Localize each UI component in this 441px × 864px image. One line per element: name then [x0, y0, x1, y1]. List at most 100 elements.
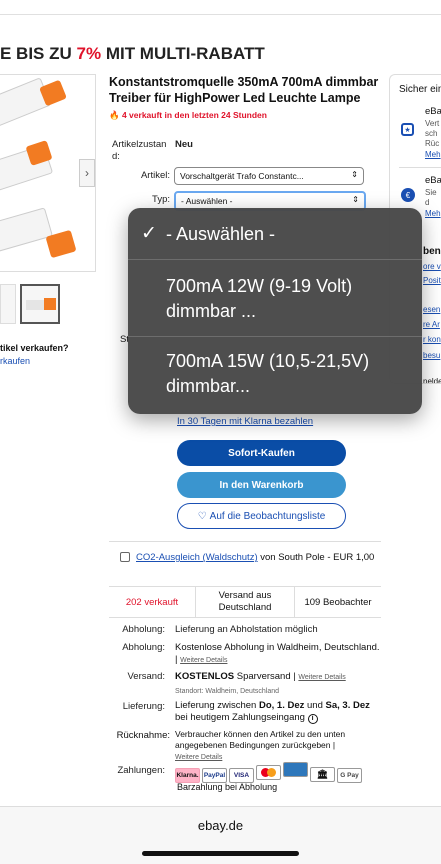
heart-icon: ♡	[197, 510, 207, 522]
shipping-from: Versand aus Deutschland	[196, 587, 295, 617]
condition-value: Neu	[175, 139, 193, 150]
add-to-cart-button[interactable]: In den Warenkorb	[177, 472, 346, 498]
sell-link[interactable]: rkaufen	[0, 356, 30, 366]
returns-block: Verbraucher können den Artikel zu den un…	[175, 729, 380, 763]
pickup2-block: Kostenlose Abholung in Waldheim, Deutsch…	[175, 642, 380, 665]
shipping-method: Sparversand |	[234, 671, 299, 682]
pickup-label: Abholung:	[122, 624, 165, 635]
promo-banner: E BIS ZU 7% MIT MULTI-RABATT	[0, 44, 265, 64]
thumbnail[interactable]	[0, 284, 16, 324]
report-text: nelde	[423, 377, 441, 384]
sold-count: 202 verkauft	[109, 587, 196, 617]
thumbnail-image	[44, 298, 56, 310]
watchlist-label: Auf die Beobachtungsliste	[209, 510, 326, 522]
bank-icon: 🏛	[310, 767, 335, 782]
dropdown-option-label: 700mA 12W (9-19 Volt) dimmbar ...	[166, 276, 353, 321]
seller-link[interactable]: esen	[423, 305, 440, 314]
article-select[interactable]: Vorschaltgerät Trafo Constantc... ⇕	[174, 167, 364, 185]
select-arrows-icon: ⇕	[352, 195, 359, 204]
seller-link[interactable]: besu	[423, 351, 440, 360]
sold-notice-text: 4 verkauft in den letzten 24 Stunden	[121, 110, 267, 120]
thumbnail[interactable]	[20, 284, 60, 324]
ebay-guarantee-line: sch	[425, 129, 438, 138]
shipping-free: KOSTENLOS	[175, 671, 235, 682]
seller-link[interactable]: ore v	[423, 262, 441, 271]
url-bar[interactable]: ebay.de	[0, 818, 441, 833]
ebay-guarantee-line: Rüc	[425, 139, 440, 148]
ebay-guarantee-more[interactable]: Meh	[425, 150, 441, 159]
seller-heading: ben	[423, 246, 441, 257]
ebay-guarantee-title: eBa	[425, 106, 441, 117]
returns-label: Rücknahme:	[116, 730, 170, 741]
dropdown-option-label: - Auswählen -	[166, 224, 276, 244]
type-label: Typ:	[152, 194, 170, 205]
returns-text: Verbraucher können den Artikel zu den un…	[175, 729, 346, 750]
delivery-and: und	[304, 700, 326, 711]
pickup-value: Lieferung an Abholstation möglich	[175, 624, 318, 635]
seller-link[interactable]: re Ar	[423, 320, 440, 329]
home-indicator	[142, 851, 299, 856]
image-gallery[interactable]: ›	[0, 74, 96, 272]
co2-text: CO2-Ausgleich (Waldschutz) von South Pol…	[136, 551, 376, 564]
shipping-label: Versand:	[127, 671, 166, 682]
payments-label: Zahlungen:	[117, 765, 165, 776]
delivery-date1: Do, 1. Dez	[258, 700, 305, 711]
article-select-value: Vorschaltgerät Trafo Constantc...	[180, 171, 304, 181]
euro-icon: €	[401, 188, 415, 202]
dropdown-option-15w[interactable]: 700mA 15W (10,5-21,5V) dimmbar...	[128, 337, 422, 414]
seller-link[interactable]: Posit	[423, 276, 441, 285]
product-title: Konstantstromquelle 350mA 700mA dimmbar …	[109, 75, 379, 105]
ebay-pay-line: d	[425, 198, 430, 207]
secure-heading: Sicher ein	[399, 84, 441, 95]
sell-question: tikel verkaufen?	[0, 343, 69, 353]
ebay-pay-more[interactable]: Meh	[425, 209, 441, 218]
watcher-count: 109 Beobachter	[304, 596, 372, 608]
co2-checkbox[interactable]	[120, 552, 130, 562]
banner-suffix: MIT MULTI-RABATT	[101, 44, 265, 63]
info-icon[interactable]: i	[307, 714, 318, 724]
co2-link[interactable]: CO2-Ausgleich (Waldschutz)	[136, 552, 258, 563]
browser-bottom-bar: ebay.de	[0, 806, 441, 864]
google-pay-icon: G Pay	[337, 768, 362, 783]
type-dropdown-menu: ✓ - Auswählen - 700mA 12W (9-19 Volt) di…	[128, 208, 422, 414]
shipping-block: KOSTENLOS Sparversand | Weitere Details …	[175, 671, 380, 698]
dropdown-option-select[interactable]: ✓ - Auswählen -	[128, 208, 422, 260]
ebay-guarantee-icon: ★	[401, 123, 414, 136]
returns-more-link[interactable]: Weitere Details	[175, 754, 222, 761]
klarna-link[interactable]: In 30 Tagen mit Klarna bezahlen	[177, 416, 313, 427]
select-arrows-icon: ⇕	[351, 170, 358, 179]
stats-row: 202 verkauft Versand aus Deutschland 109…	[109, 586, 381, 618]
ebay-guarantee-line: Vert	[425, 119, 440, 128]
gallery-next-button[interactable]: ›	[79, 159, 95, 187]
right-divider	[399, 167, 441, 168]
delivery-tail: bei heutigem Zahlungseingang	[175, 712, 305, 723]
product-image	[0, 207, 53, 253]
watchlist-button[interactable]: ♡ Auf die Beobachtungsliste	[177, 503, 346, 529]
ebay-pay-title: eBa	[425, 175, 441, 186]
type-select-value: - Auswählen -	[181, 196, 233, 206]
flame-icon: 🔥	[109, 110, 120, 120]
delivery-label: Lieferung:	[122, 701, 165, 712]
shipping-more-link[interactable]: Weitere Details	[298, 674, 345, 681]
pickup2-label: Abholung:	[122, 642, 165, 653]
checkmark-icon: ✓	[141, 223, 157, 244]
cash-on-pickup: Barzahlung bei Abholung	[177, 782, 278, 792]
dropdown-option-label: 700mA 15W (10,5-21,5V) dimmbar...	[166, 351, 370, 396]
mastercard-circle-orange	[267, 768, 276, 777]
seller-link[interactable]: r kon	[423, 335, 441, 344]
delivery-date2: Sa, 3. Dez	[325, 700, 370, 711]
condition-label: Artikelzustand:	[112, 139, 167, 162]
amex-icon	[283, 762, 308, 777]
article-label: Artikel:	[140, 170, 170, 181]
payment-methods: Klarna. PayPal VISA 🏛 G Pay	[175, 762, 364, 783]
visa-icon: VISA	[229, 768, 254, 783]
dropdown-option-12w[interactable]: 700mA 12W (9-19 Volt) dimmbar ...	[128, 260, 422, 337]
section-divider	[109, 541, 381, 542]
shipping-location: Standort: Waldheim, Deutschland	[175, 688, 280, 695]
ebay-pay-line: Sie	[425, 188, 437, 197]
buy-now-button[interactable]: Sofort-Kaufen	[177, 440, 346, 466]
delivery-block: Lieferung zwischen Do, 1. Dez und Sa, 3.…	[175, 700, 380, 724]
banner-percent: 7%	[76, 44, 102, 63]
delivery-text: Lieferung zwischen	[175, 700, 259, 711]
pickup2-more-link[interactable]: Weitere Details	[180, 657, 227, 664]
